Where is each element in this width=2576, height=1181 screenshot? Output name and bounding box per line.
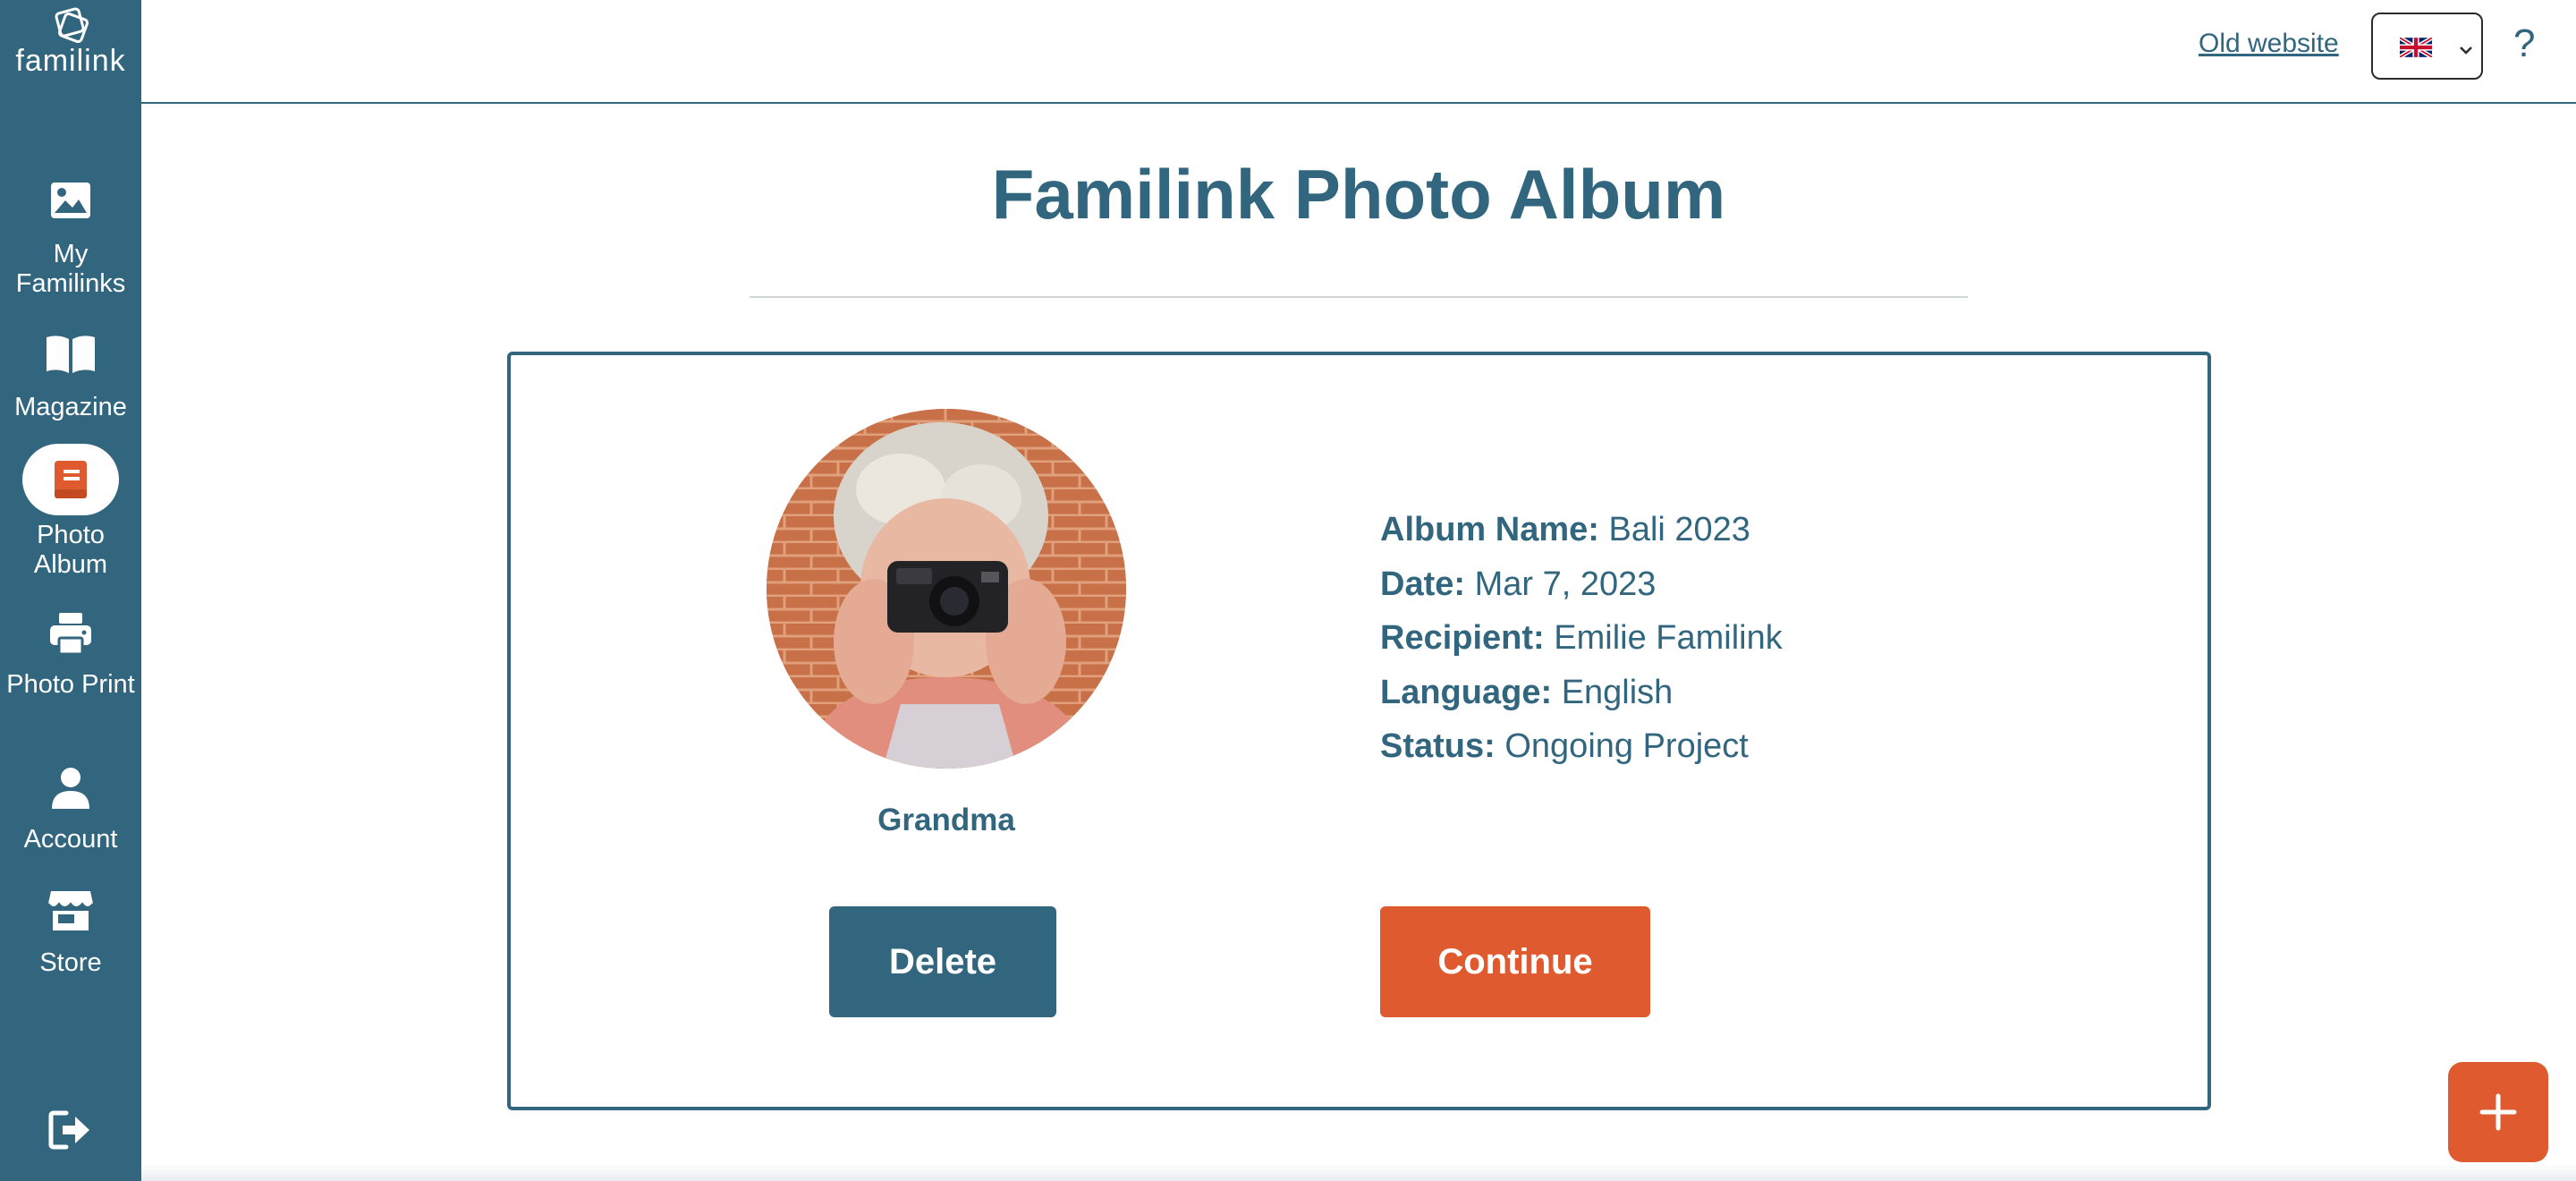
detail-value: Ongoing Project: [1504, 727, 1749, 765]
album-details: Album Name: Bali 2023 Date: Mar 7, 2023 …: [1380, 503, 1783, 774]
sidebar-item-photo-album[interactable]: Photo Album: [0, 444, 141, 580]
language-select[interactable]: [2371, 13, 2483, 80]
detail-label: Status:: [1380, 727, 1496, 765]
sidebar: familink My Familinks Magazine Photo Alb…: [0, 0, 141, 1181]
delete-button[interactable]: Delete: [829, 906, 1056, 1017]
familink-logo[interactable]: familink: [0, 5, 141, 77]
sidebar-item-magazine[interactable]: Magazine: [0, 334, 141, 422]
detail-label: Album Name:: [1380, 511, 1599, 548]
familink-logo-icon: [55, 7, 89, 44]
sidebar-item-label: Account: [23, 825, 118, 854]
detail-label: Recipient:: [1380, 619, 1545, 657]
detail-value: Bali 2023: [1608, 511, 1750, 548]
continue-button[interactable]: Continue: [1380, 906, 1650, 1017]
sidebar-item-label: Photo Album: [33, 521, 108, 579]
sidebar-item-photo-print[interactable]: Photo Print: [0, 611, 141, 700]
logo-text: familink: [15, 44, 126, 78]
logout-icon: [48, 1110, 89, 1150]
detail-label: Date:: [1380, 565, 1466, 603]
detail-recipient: Recipient: Emilie Familink: [1380, 611, 1783, 666]
page-title: Familink Photo Album: [991, 155, 1726, 234]
printer-icon: [0, 611, 141, 665]
sidebar-item-store[interactable]: Store: [0, 889, 141, 978]
detail-status: Status: Ongoing Project: [1380, 719, 1783, 774]
detail-value: Mar 7, 2023: [1474, 565, 1657, 603]
old-website-link[interactable]: Old website: [2199, 29, 2339, 59]
detail-label: Language:: [1380, 673, 1553, 711]
help-button[interactable]: ?: [2513, 21, 2535, 66]
sidebar-item-label: Magazine: [14, 393, 127, 421]
open-book-icon: [0, 334, 141, 387]
plus-icon: [2479, 1093, 2517, 1131]
detail-album-name: Album Name: Bali 2023: [1380, 503, 1783, 557]
detail-value: English: [1561, 673, 1674, 711]
chevron-down-icon: [2459, 43, 2473, 59]
bottom-shadow: [141, 1163, 2576, 1181]
store-icon: [0, 889, 141, 943]
sidebar-item-label: Store: [39, 948, 102, 977]
sidebar-item-my-familinks[interactable]: My Familinks: [0, 181, 141, 299]
add-album-button[interactable]: [2448, 1062, 2548, 1162]
user-icon: [0, 766, 141, 820]
uk-flag-icon: [2398, 36, 2434, 62]
logout-button[interactable]: [0, 1109, 141, 1155]
title-divider: [750, 296, 1968, 298]
sidebar-item-label: Photo Print: [6, 670, 135, 699]
image-icon: [0, 181, 141, 234]
detail-language: Language: English: [1380, 666, 1783, 720]
album-card: [507, 352, 2211, 1110]
recipient-avatar: [767, 409, 1126, 769]
detail-date: Date: Mar 7, 2023: [1380, 557, 1783, 612]
recipient-display-name: Grandma: [877, 803, 1015, 837]
sidebar-item-label: My Familinks: [15, 240, 126, 298]
photo-album-icon: [22, 444, 119, 515]
sidebar-item-account[interactable]: Account: [0, 766, 141, 854]
detail-value: Emilie Familink: [1554, 619, 1783, 657]
